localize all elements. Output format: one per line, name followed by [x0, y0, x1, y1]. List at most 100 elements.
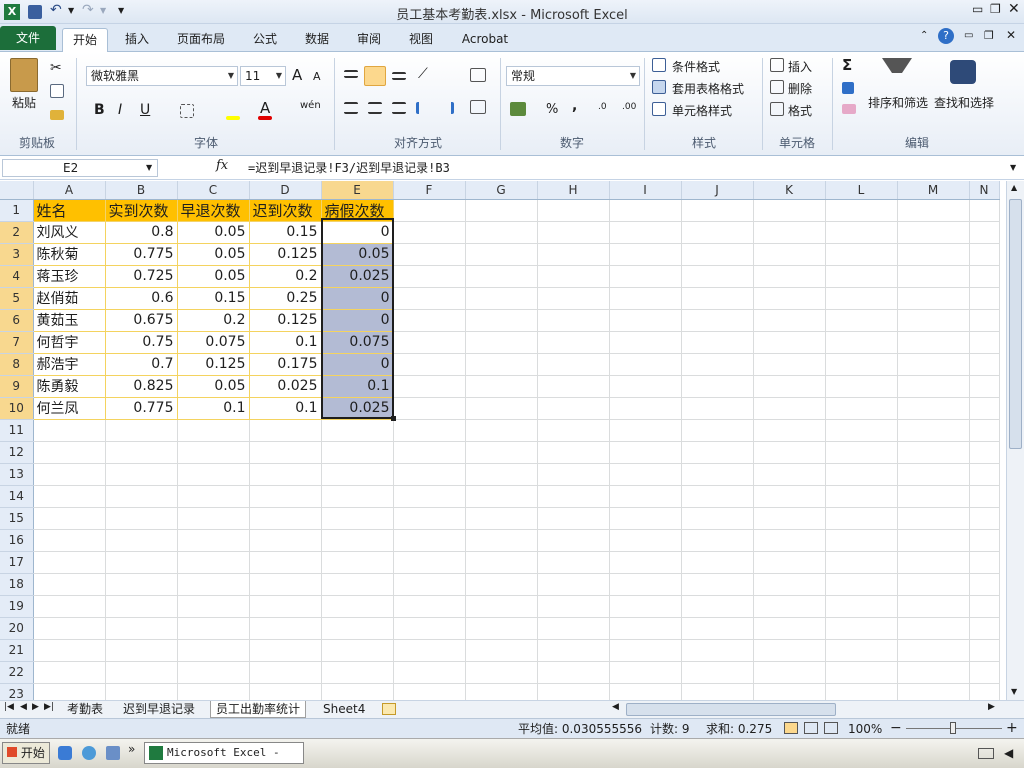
cell[interactable]: [681, 463, 754, 486]
cell[interactable]: [33, 485, 106, 508]
cell[interactable]: [969, 243, 1000, 266]
cell[interactable]: 0.2: [249, 265, 322, 288]
cell[interactable]: 0.025: [249, 375, 322, 398]
comma-button[interactable]: ,: [572, 98, 577, 114]
cell[interactable]: [537, 507, 610, 530]
cell[interactable]: [825, 441, 898, 464]
cell[interactable]: [609, 243, 682, 266]
cell[interactable]: [897, 617, 970, 640]
paste-button[interactable]: 粘贴: [12, 94, 36, 111]
cell[interactable]: [537, 221, 610, 244]
sheet-tab-sheet4[interactable]: Sheet4: [318, 701, 370, 718]
cell[interactable]: [465, 375, 538, 398]
cell[interactable]: [969, 595, 1000, 618]
cell[interactable]: [825, 551, 898, 574]
column-header[interactable]: B: [105, 181, 178, 200]
cell[interactable]: [177, 573, 250, 596]
cell[interactable]: [681, 683, 754, 700]
underline-button[interactable]: U: [140, 102, 150, 118]
accounting-format-icon[interactable]: [510, 102, 526, 116]
cell[interactable]: 0.25: [249, 287, 322, 310]
cell[interactable]: [897, 199, 970, 222]
copy-icon[interactable]: [50, 84, 64, 98]
tab-insert[interactable]: 插入: [114, 28, 160, 52]
row-header[interactable]: 1: [0, 199, 34, 222]
tab-page-layout[interactable]: 页面布局: [170, 28, 232, 52]
cell[interactable]: [681, 661, 754, 684]
cell[interactable]: [465, 661, 538, 684]
percent-button[interactable]: %: [546, 102, 558, 117]
cell[interactable]: [753, 683, 826, 700]
cell[interactable]: [897, 221, 970, 244]
cell[interactable]: [465, 683, 538, 700]
cell[interactable]: [969, 485, 1000, 508]
cell[interactable]: [393, 309, 466, 332]
cell[interactable]: [177, 551, 250, 574]
autosum-button[interactable]: Σ: [842, 56, 852, 74]
zoom-out-button[interactable]: −: [890, 719, 902, 737]
cell[interactable]: [897, 375, 970, 398]
cell[interactable]: [105, 485, 178, 508]
cell[interactable]: [177, 441, 250, 464]
row-header[interactable]: 21: [0, 639, 34, 662]
cell[interactable]: [465, 265, 538, 288]
cell[interactable]: [609, 353, 682, 376]
cell[interactable]: [609, 551, 682, 574]
cell[interactable]: [753, 639, 826, 662]
cell[interactable]: 0.125: [177, 353, 250, 376]
cell[interactable]: 蒋玉珍: [33, 265, 106, 288]
cell[interactable]: [609, 199, 682, 222]
cell[interactable]: [537, 551, 610, 574]
cell[interactable]: 0.1: [177, 397, 250, 420]
cell[interactable]: [105, 441, 178, 464]
cell[interactable]: [249, 551, 322, 574]
paste-icon[interactable]: [10, 58, 38, 92]
cell[interactable]: 0.725: [105, 265, 178, 288]
column-header[interactable]: M: [897, 181, 970, 200]
cell[interactable]: [249, 507, 322, 530]
cell[interactable]: [609, 529, 682, 552]
hscroll-right-icon[interactable]: ▶: [988, 702, 995, 712]
cell[interactable]: [681, 375, 754, 398]
cell[interactable]: [825, 419, 898, 442]
bold-button[interactable]: B: [94, 102, 105, 118]
cell[interactable]: [609, 617, 682, 640]
formula-input[interactable]: =迟到早退记录!F3/迟到早退记录!B3: [248, 159, 450, 176]
cell[interactable]: [537, 397, 610, 420]
cell[interactable]: [33, 507, 106, 530]
cell[interactable]: 0: [321, 287, 394, 310]
row-header[interactable]: 10: [0, 397, 34, 420]
cell[interactable]: [33, 661, 106, 684]
cell[interactable]: [249, 573, 322, 596]
cell[interactable]: 0.1: [249, 397, 322, 420]
normal-view-icon[interactable]: [784, 722, 798, 734]
cell[interactable]: [681, 199, 754, 222]
cell[interactable]: [537, 331, 610, 354]
cell[interactable]: [681, 639, 754, 662]
cell[interactable]: [465, 331, 538, 354]
cell[interactable]: [753, 419, 826, 442]
cell[interactable]: [825, 573, 898, 596]
cell[interactable]: 赵俏茹: [33, 287, 106, 310]
cell[interactable]: [321, 463, 394, 486]
align-middle-icon[interactable]: [364, 66, 386, 86]
sheet-tab-late-early[interactable]: 迟到早退记录: [118, 701, 200, 718]
phonetic-button[interactable]: wén: [300, 100, 321, 111]
cell[interactable]: [753, 309, 826, 332]
cell[interactable]: 郝浩宇: [33, 353, 106, 376]
font-size-select[interactable]: 11 ▼: [240, 66, 286, 86]
cell[interactable]: [897, 309, 970, 332]
cell[interactable]: [897, 551, 970, 574]
cell[interactable]: [753, 573, 826, 596]
cell[interactable]: [897, 287, 970, 310]
cell[interactable]: [393, 265, 466, 288]
row-header[interactable]: 8: [0, 353, 34, 376]
cell[interactable]: [393, 639, 466, 662]
column-header[interactable]: D: [249, 181, 322, 200]
prev-sheet-icon[interactable]: ◀: [20, 702, 27, 712]
cell[interactable]: [825, 507, 898, 530]
cell[interactable]: 0.175: [249, 353, 322, 376]
cell[interactable]: [465, 617, 538, 640]
cell[interactable]: [753, 331, 826, 354]
cell[interactable]: [105, 419, 178, 442]
